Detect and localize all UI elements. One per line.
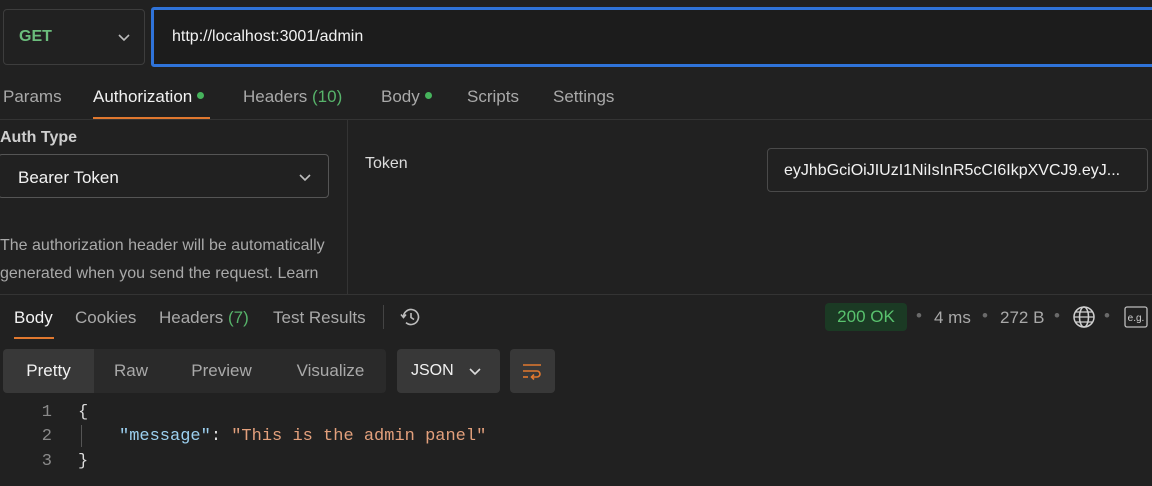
tab-label: Settings [553, 87, 615, 106]
meta-separator: • [1054, 306, 1060, 325]
divider [0, 119, 1152, 120]
indent-guide [81, 425, 82, 447]
auth-description: The authorization header will be automat… [0, 237, 325, 294]
tab-label: Body [381, 87, 420, 106]
wrap-lines-button[interactable] [510, 349, 555, 393]
status-dot [424, 92, 432, 99]
view-visualize-button[interactable]: Visualize [275, 349, 386, 393]
svg-text:e.g.: e.g. [1128, 313, 1145, 324]
meta-separator: • [982, 306, 988, 325]
tab-scripts[interactable]: Scripts [467, 87, 519, 107]
tab-headers[interactable]: Headers (10) [243, 87, 342, 107]
auth-type-label: Auth Type [0, 129, 78, 146]
format-select[interactable]: JSON [397, 349, 500, 393]
view-raw-button[interactable]: Raw [94, 349, 168, 393]
tab-count: (10) [312, 87, 343, 106]
json-key: "message" [119, 427, 211, 446]
divider [0, 294, 1152, 295]
json-colon: : [210, 427, 222, 446]
chevron-down-icon [118, 34, 130, 42]
line-number: 3 [41, 452, 52, 471]
tab-label: Cookies [75, 308, 137, 327]
json-value: "This is the admin panel" [231, 427, 487, 446]
url-input[interactable]: http://localhost:3001/admin [151, 7, 1152, 67]
tab-count: (7) [228, 308, 249, 327]
code-open-brace: { [78, 403, 89, 422]
tab-label: Authorization [93, 87, 193, 106]
token-input[interactable]: eyJhbGciOiJIUzI1NiIsInR5cCI6IkpXVCJ9.eyJ… [767, 148, 1148, 192]
line-number: 2 [41, 427, 52, 446]
tab-label: Headers [159, 308, 224, 327]
response-tab-body[interactable]: Body [14, 308, 53, 328]
response-tab-cookies[interactable]: Cookies [75, 308, 136, 328]
auth-type-value: Bearer Token [18, 168, 119, 187]
tab-label: Scripts [467, 87, 519, 106]
response-tab-headers[interactable]: Headers (7) [159, 308, 249, 328]
response-size[interactable]: 272 B [1000, 308, 1044, 328]
meta-separator: • [1104, 306, 1110, 325]
example-icon[interactable]: e.g. [1124, 306, 1148, 328]
method-label: GET [19, 28, 52, 45]
code-close-brace: } [78, 452, 89, 471]
view-pretty-button[interactable]: Pretty [3, 349, 94, 393]
response-time[interactable]: 4 ms [934, 308, 971, 328]
separator [383, 305, 384, 329]
active-tab-indicator [14, 337, 54, 339]
tab-label: Body [14, 308, 53, 327]
format-value: JSON [411, 362, 454, 379]
tab-label: Test Results [273, 308, 366, 327]
wrap-icon [523, 364, 541, 381]
status-badge[interactable]: 200 OK [825, 303, 907, 331]
tab-params[interactable]: Params [3, 87, 62, 107]
token-label: Token [365, 155, 408, 172]
tab-settings[interactable]: Settings [553, 87, 614, 107]
auth-type-select[interactable]: Bearer Token [0, 154, 329, 198]
method-select[interactable]: GET [3, 9, 145, 65]
code-line: "message": "This is the admin panel" [119, 427, 486, 446]
response-tab-test-results[interactable]: Test Results [273, 308, 366, 328]
chevron-down-icon [299, 174, 311, 182]
token-value: eyJhbGciOiJIUzI1NiIsInR5cCI6IkpXVCJ9.eyJ… [784, 162, 1121, 179]
tab-authorization[interactable]: Authorization [93, 87, 205, 107]
meta-separator: • [916, 306, 922, 325]
panel-divider [347, 120, 348, 295]
globe-icon[interactable] [1072, 305, 1096, 329]
tab-body[interactable]: Body [381, 87, 432, 107]
tab-label: Headers [243, 87, 308, 106]
tab-label: Params [3, 87, 62, 106]
chevron-down-icon [469, 368, 481, 376]
url-text: http://localhost:3001/admin [172, 28, 364, 45]
line-number: 1 [41, 403, 52, 422]
status-dot [197, 92, 205, 99]
history-icon[interactable] [399, 305, 423, 329]
view-preview-button[interactable]: Preview [168, 349, 275, 393]
